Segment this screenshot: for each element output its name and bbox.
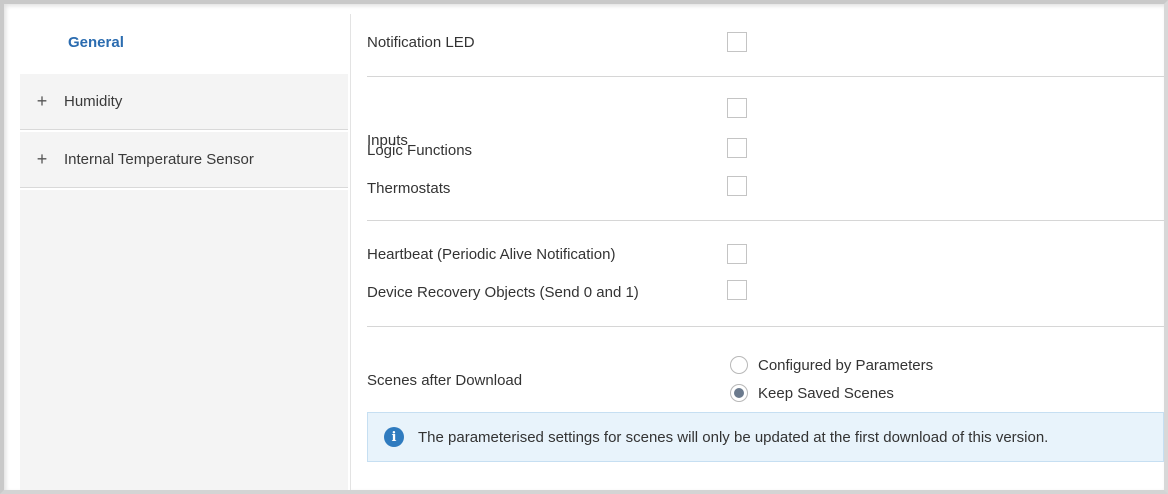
expand-icon[interactable]: + [20, 149, 64, 170]
expand-icon[interactable]: + [20, 91, 64, 112]
notification-led-label: Notification LED [367, 34, 475, 51]
divider [367, 326, 1164, 327]
logic-functions-label: Logic Functions [367, 142, 473, 159]
info-banner: i The parameterised settings for scenes … [367, 412, 1164, 462]
notification-led-checkbox[interactable] [727, 32, 747, 52]
radio-configured-by-parameters[interactable] [730, 356, 748, 374]
parameters-panel: Notification LED Inputs Logic Functions … [351, 14, 1164, 490]
sidebar-item-internal-temperature-sensor[interactable]: + Internal Temperature Sensor [20, 132, 348, 188]
heartbeat-checkbox[interactable] [727, 244, 747, 264]
heartbeat-label: Heartbeat (Periodic Alive Notification) [367, 246, 616, 263]
thermostats-label: Thermostats [367, 180, 451, 197]
sidebar-item-label: General [68, 33, 124, 51]
info-message: The parameterised settings for scenes wi… [418, 428, 1049, 446]
sidebar-item-general[interactable]: General [20, 14, 350, 70]
radio-label-configured-by-parameters: Configured by Parameters [758, 357, 934, 374]
device-recovery-checkbox[interactable] [727, 280, 747, 300]
sidebar-background [20, 190, 348, 490]
info-icon: i [384, 427, 404, 447]
divider [367, 220, 1164, 221]
thermostats-checkbox[interactable] [727, 176, 747, 196]
radio-keep-saved-scenes[interactable] [730, 384, 748, 402]
sidebar-item-label: Internal Temperature Sensor [64, 151, 254, 168]
device-recovery-label: Device Recovery Objects (Send 0 and 1) [367, 284, 639, 301]
sidebar: General + Humidity + Internal Temperatur… [20, 14, 351, 490]
radio-label-keep-saved-scenes: Keep Saved Scenes [758, 385, 894, 402]
sidebar-item-label: Humidity [64, 93, 123, 110]
inputs-checkbox[interactable] [727, 98, 747, 118]
logic-functions-checkbox[interactable] [727, 138, 747, 158]
divider [367, 76, 1164, 77]
scenes-after-download-label: Scenes after Download [367, 372, 523, 389]
sidebar-item-humidity[interactable]: + Humidity [20, 74, 348, 130]
